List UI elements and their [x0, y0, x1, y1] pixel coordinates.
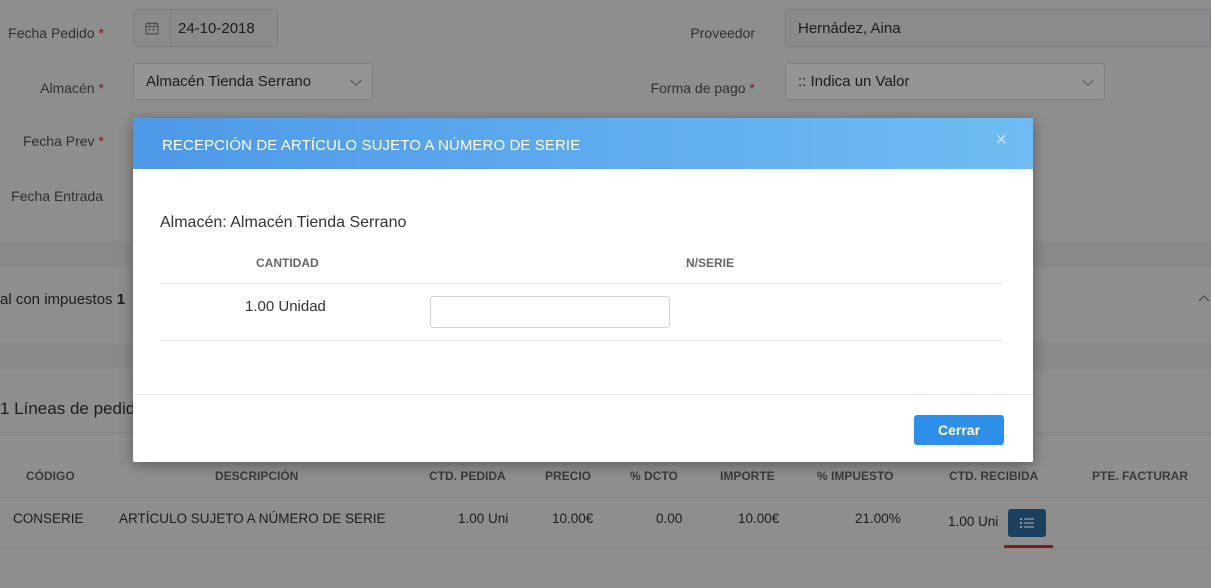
- col-cantidad: CANTIDAD: [256, 256, 319, 270]
- cerrar-button[interactable]: Cerrar: [914, 415, 1004, 445]
- serial-number-input[interactable]: [430, 296, 670, 328]
- serial-reception-modal: RECEPCIÓN DE ARTÍCULO SUJETO A NÚMERO DE…: [133, 118, 1033, 462]
- divider: [160, 340, 1002, 341]
- modal-title: RECEPCIÓN DE ARTÍCULO SUJETO A NÚMERO DE…: [162, 137, 581, 154]
- close-icon[interactable]: ×: [995, 130, 1007, 150]
- col-nserie: N/SERIE: [686, 256, 735, 270]
- modal-almacen-text: Almacén: Almacén Tienda Serrano: [160, 214, 407, 231]
- modal-header: RECEPCIÓN DE ARTÍCULO SUJETO A NÚMERO DE…: [133, 118, 1033, 169]
- modal-footer: Cerrar: [133, 394, 1033, 462]
- cantidad-value: 1.00 Unidad: [245, 298, 326, 315]
- divider: [160, 283, 1002, 284]
